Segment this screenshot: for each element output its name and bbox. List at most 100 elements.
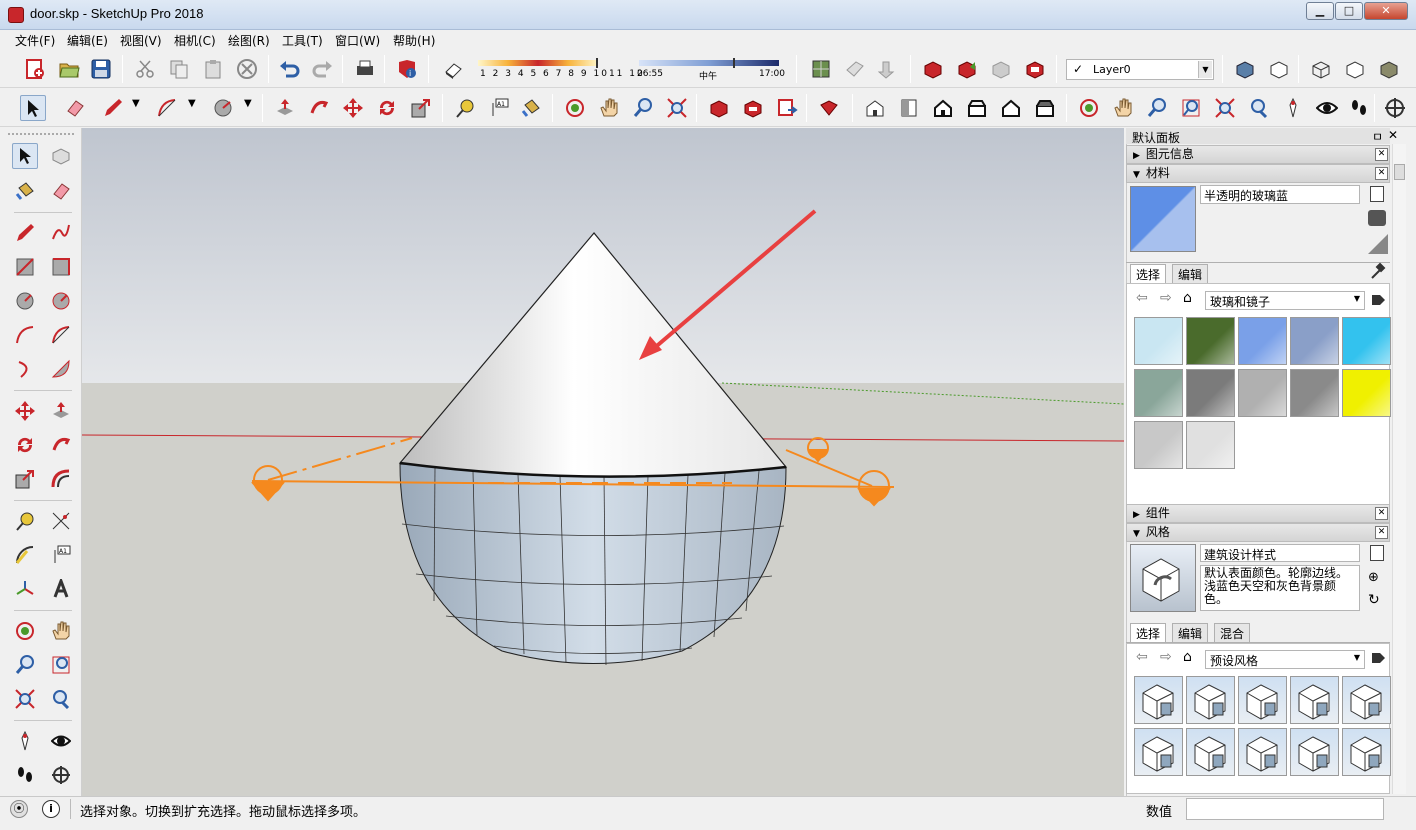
move-icon[interactable] <box>340 95 366 121</box>
copy-icon[interactable] <box>166 56 192 82</box>
orbit-icon[interactable] <box>1076 95 1102 121</box>
push-pull-icon[interactable] <box>272 95 298 121</box>
material-swatch[interactable] <box>1134 421 1183 469</box>
extension-warehouse-icon[interactable] <box>1022 56 1048 82</box>
close-window-button[interactable]: ✕ <box>1364 2 1408 20</box>
styles-header[interactable]: ▼ 风格 <box>1126 523 1390 542</box>
right-view-icon[interactable] <box>964 95 990 121</box>
pan-hand-icon[interactable] <box>48 618 74 644</box>
dimension-text-icon[interactable]: A1 <box>486 95 512 121</box>
orbit-icon[interactable] <box>562 95 588 121</box>
tab-styles-edit[interactable]: 编辑 <box>1172 623 1209 642</box>
pan-hand-icon[interactable] <box>1110 95 1136 121</box>
select-arrow-icon[interactable] <box>12 143 38 169</box>
tab-styles-mix[interactable]: 混合 <box>1214 623 1251 642</box>
zoom-icon[interactable] <box>1144 95 1170 121</box>
eyedropper-icon[interactable] <box>1370 262 1386 280</box>
push-pull-icon[interactable] <box>48 398 74 424</box>
rotate-icon[interactable] <box>374 95 400 121</box>
forward-arrow-icon[interactable]: ⇨ <box>1160 649 1172 665</box>
wireframe-style-icon[interactable] <box>1308 56 1334 82</box>
model-info-icon[interactable]: i <box>394 56 420 82</box>
walk-footprints-icon[interactable] <box>1346 95 1372 121</box>
components-header[interactable]: ▶ 组件 <box>1126 504 1390 523</box>
home-icon[interactable]: ⌂ <box>1183 290 1192 306</box>
move-icon[interactable] <box>12 398 38 424</box>
zoom-extents-icon[interactable] <box>664 95 690 121</box>
entity-info-header[interactable]: ▶ 图元信息 <box>1126 145 1390 164</box>
text-label-icon[interactable]: A1 <box>48 542 74 568</box>
previous-view-icon[interactable] <box>1246 95 1272 121</box>
chevron-down-icon[interactable]: ▼ <box>1198 61 1212 78</box>
3d-text-icon[interactable] <box>48 576 74 602</box>
zoom-window-icon[interactable] <box>48 652 74 678</box>
erase-selection-icon[interactable] <box>234 56 260 82</box>
freehand-icon[interactable] <box>48 220 74 246</box>
new-file-icon[interactable] <box>22 56 48 82</box>
material-library-dropdown[interactable]: 玻璃和镜子 ▼ <box>1205 291 1365 310</box>
pencil-line-icon[interactable] <box>12 220 38 246</box>
polygon-icon[interactable] <box>48 288 74 314</box>
tape-measure-icon[interactable] <box>452 95 478 121</box>
close-icon[interactable]: ✕ <box>1375 526 1388 539</box>
style-thumbnail[interactable] <box>1238 676 1287 724</box>
tape-measure-icon[interactable] <box>12 508 38 534</box>
shaded-style-icon[interactable] <box>1376 56 1402 82</box>
create-material-icon[interactable] <box>1370 186 1384 202</box>
zoom-icon[interactable] <box>630 95 656 121</box>
materials-header[interactable]: ▼ 材料 <box>1126 164 1390 183</box>
paste-icon[interactable] <box>200 56 226 82</box>
tab-styles-select[interactable]: 选择 <box>1130 623 1167 642</box>
share-model-icon[interactable] <box>740 95 766 121</box>
paint-bucket-icon[interactable] <box>12 178 38 204</box>
rotate-icon[interactable] <box>12 432 38 458</box>
zoom-extents-icon[interactable] <box>1212 95 1238 121</box>
chevron-down-icon[interactable]: ▼ <box>188 98 196 109</box>
arc-tool-icon[interactable] <box>12 322 38 348</box>
material-swatch[interactable] <box>1238 369 1287 417</box>
style-thumbnail[interactable] <box>1186 728 1235 776</box>
chevron-down-icon[interactable]: ▼ <box>132 98 140 109</box>
look-around-eye-icon[interactable] <box>1314 95 1340 121</box>
protractor-icon[interactable] <box>12 542 38 568</box>
iso-view-icon[interactable] <box>862 95 888 121</box>
pin-icon[interactable]: ㅁ <box>1372 128 1383 145</box>
toggle-terrain-icon[interactable] <box>876 56 902 82</box>
material-swatch[interactable] <box>1134 317 1183 365</box>
back-arrow-icon[interactable]: ⇦ <box>1136 649 1148 665</box>
geo-location-icon[interactable] <box>808 56 834 82</box>
hidden-line-style-icon[interactable] <box>1342 56 1368 82</box>
menu-view[interactable]: 视图(V) <box>120 32 162 49</box>
instructor-info-icon[interactable]: i <box>42 800 60 818</box>
extension-manager-icon[interactable] <box>816 95 842 121</box>
menu-edit[interactable]: 编辑(E) <box>67 32 108 49</box>
sample-paint-icon[interactable] <box>1368 234 1388 254</box>
previous-view-icon[interactable] <box>48 686 74 712</box>
top-view-icon[interactable] <box>896 95 922 121</box>
zoom-extents-icon[interactable] <box>12 686 38 712</box>
material-swatch[interactable] <box>1238 317 1287 365</box>
style-thumbnail[interactable] <box>1342 728 1391 776</box>
section-plane-icon[interactable] <box>48 762 74 788</box>
close-icon[interactable]: ✕ <box>1388 128 1398 142</box>
rectangle-icon[interactable] <box>12 254 38 280</box>
model-scene[interactable] <box>82 128 1124 796</box>
rotated-rectangle-icon[interactable] <box>48 254 74 280</box>
cut-icon[interactable] <box>132 56 158 82</box>
details-arrow-icon[interactable] <box>1370 650 1386 666</box>
undo-icon[interactable] <box>276 56 302 82</box>
menu-help[interactable]: 帮助(H) <box>393 32 435 49</box>
send-to-layout-icon[interactable] <box>774 95 800 121</box>
xray-style-icon[interactable] <box>1232 56 1258 82</box>
3d-warehouse-icon[interactable] <box>920 56 946 82</box>
share-model-icon[interactable] <box>954 56 980 82</box>
refresh-icon[interactable]: ↻ <box>1368 592 1386 608</box>
make-component-icon[interactable] <box>48 143 74 169</box>
tab-materials-edit[interactable]: 编辑 <box>1172 264 1209 283</box>
material-swatch[interactable] <box>1186 369 1235 417</box>
menu-window[interactable]: 窗口(W) <box>335 32 380 49</box>
cone-surface[interactable] <box>398 232 788 478</box>
close-icon[interactable]: ✕ <box>1375 507 1388 520</box>
update-style-icon[interactable]: ⊕ <box>1368 570 1386 586</box>
style-library-dropdown[interactable]: 预设风格 ▼ <box>1205 650 1365 669</box>
